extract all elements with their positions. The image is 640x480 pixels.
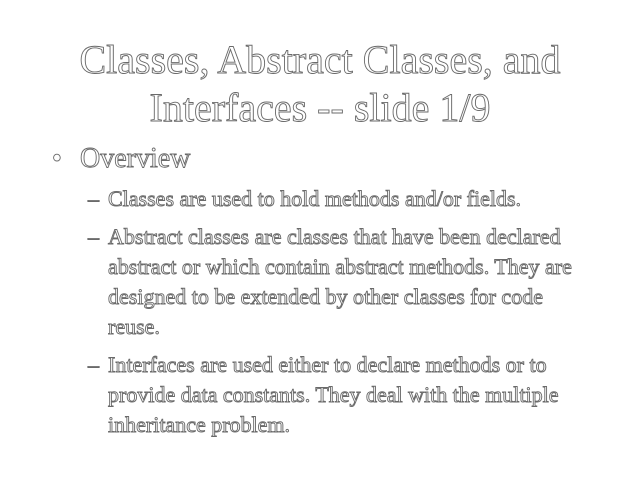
bullet-text: Overview [80,143,191,175]
sub-bullet-marker: – [88,186,100,212]
sub-bullet-abstract-classes: – Abstract classes are classes that have… [88,222,588,342]
slide: Classes, Abstract Classes, and Interface… [0,0,640,480]
title-line-2: Interfaces -- slide 1/9 [149,85,491,131]
sub-bullet-marker: – [88,352,100,378]
sub-bullet-classes: – Classes are used to hold methods and/o… [88,184,588,214]
sub-bullet-list: – Classes are used to hold methods and/o… [88,184,588,448]
sub-bullet-marker: – [88,224,100,250]
sub-bullet-text: Interfaces are used either to declare me… [108,352,559,438]
sub-bullet-interfaces: – Interfaces are used either to declare … [88,350,588,440]
title-line-1: Classes, Abstract Classes, and [79,37,561,83]
bullet-marker: • [52,143,63,175]
slide-title: Classes, Abstract Classes, and Interface… [20,36,620,132]
sub-bullet-text: Classes are used to hold methods and/or … [108,186,522,212]
sub-bullet-text: Abstract classes are classes that have b… [108,224,573,340]
